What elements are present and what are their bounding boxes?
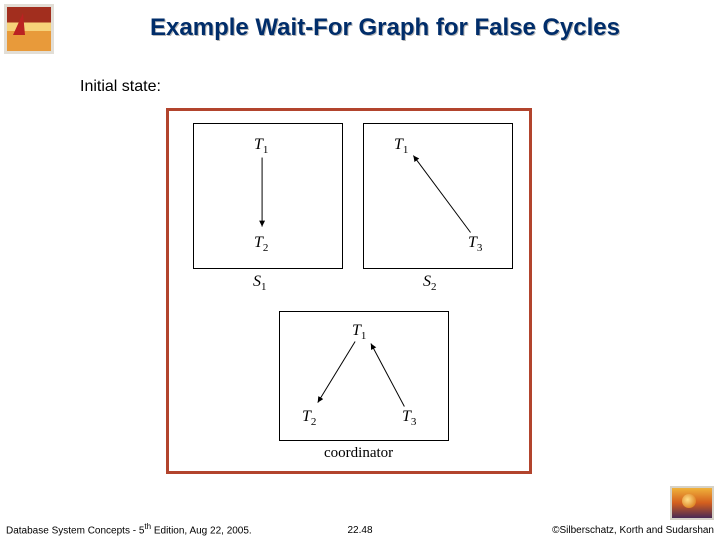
- node-coord-t2: T2: [302, 408, 316, 428]
- label-coordinator: coordinator: [324, 445, 393, 462]
- node-s2-t1: T1: [394, 136, 408, 156]
- slide: Example Wait-For Graph for False Cycles …: [0, 0, 720, 540]
- graph-box-s2: T1 T3: [363, 123, 513, 269]
- graph-box-coordinator: T1 T2 T3: [279, 311, 449, 441]
- node-coord-t1: T1: [352, 322, 366, 342]
- figure-frame: T1 T2 T1: [166, 108, 532, 474]
- node-s1-t2: T2: [254, 234, 268, 254]
- label-s2: S2: [423, 273, 437, 293]
- label-s1: S1: [253, 273, 267, 293]
- footer-right: ©Silberschatz, Korth and Sudarshan: [552, 525, 714, 536]
- subtitle-text: Initial state:: [80, 78, 161, 96]
- node-coord-t3: T3: [402, 408, 416, 428]
- logo-sailboat-icon: [4, 4, 54, 54]
- node-s2-t3: T3: [468, 234, 482, 254]
- figure-inner: T1 T2 T1: [169, 111, 529, 471]
- page-title: Example Wait-For Graph for False Cycles: [70, 14, 700, 42]
- logo-sunset-icon: [670, 486, 714, 520]
- sail-shape: [13, 13, 25, 35]
- graph-box-s1: T1 T2: [193, 123, 343, 269]
- edges-s2: [364, 124, 512, 268]
- node-s1-t1: T1: [254, 136, 268, 156]
